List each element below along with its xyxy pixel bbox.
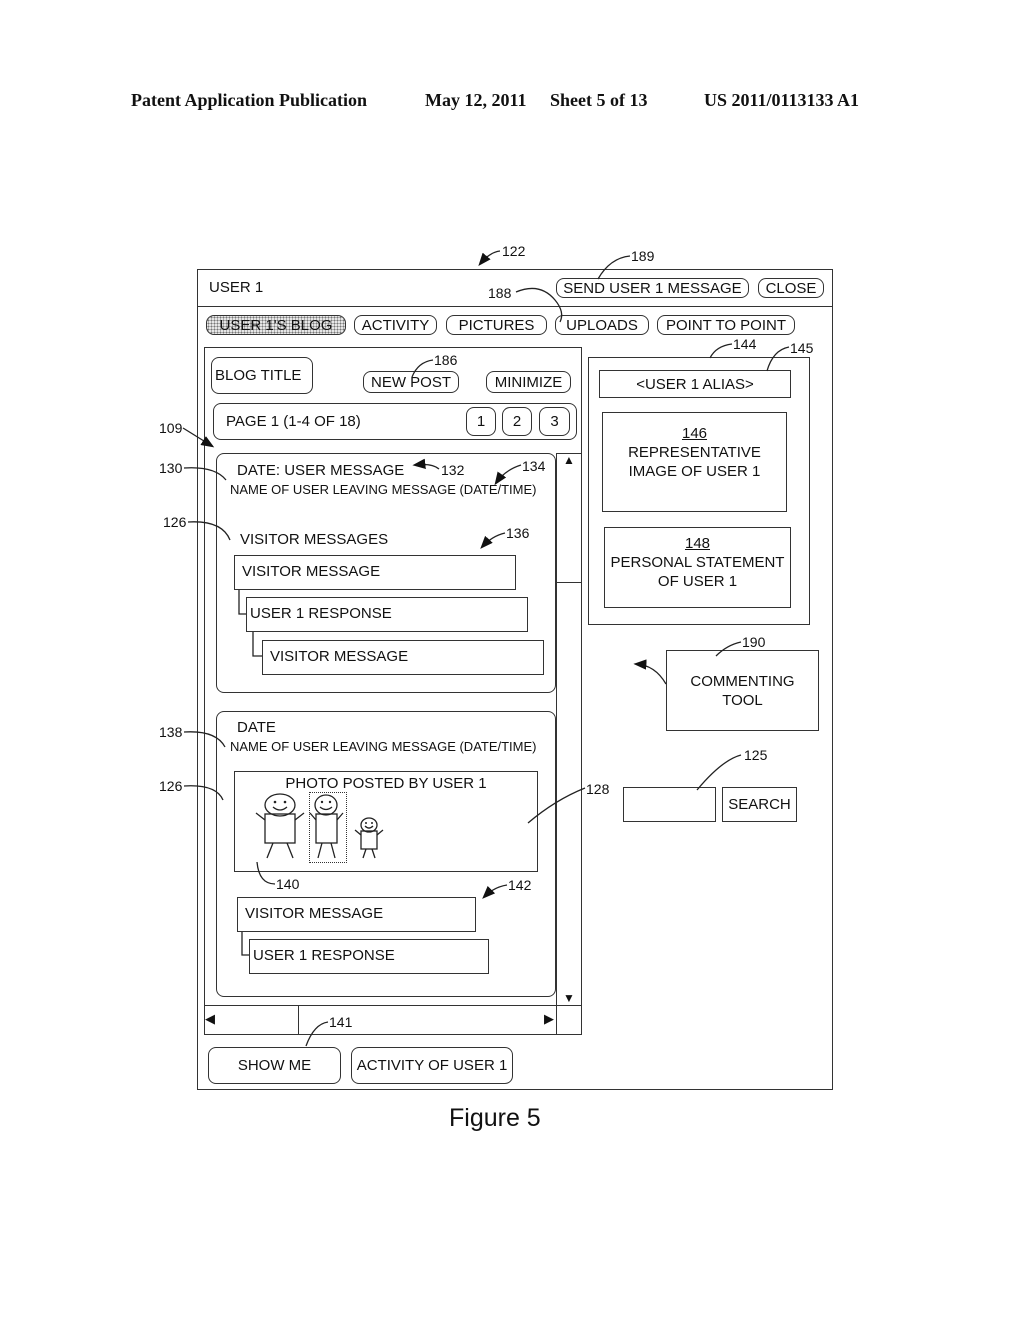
image-label-line1: REPRESENTATIVE	[628, 444, 761, 461]
ref-141: 141	[329, 1014, 353, 1030]
commenting-tool-line1: COMMENTING	[690, 673, 795, 690]
ref-145: 145	[790, 340, 814, 356]
ref-186: 186	[434, 352, 458, 368]
ref-190: 190	[742, 634, 766, 650]
minimize-button[interactable]: MINIMIZE	[486, 371, 571, 393]
ref-188: 188	[488, 285, 512, 301]
tab-point-to-point[interactable]: POINT TO POINT	[657, 315, 795, 335]
title-bar-divider	[197, 306, 833, 307]
posted-photo[interactable]: PHOTO POSTED BY USER 1	[234, 771, 538, 872]
ref-132: 132	[441, 462, 465, 478]
publication-date: May 12, 2011	[425, 90, 527, 110]
commenting-tool-line2: TOOL	[722, 692, 763, 709]
blog-title-button[interactable]: BLOG TITLE	[211, 357, 313, 394]
tagged-person-selection[interactable]	[309, 792, 347, 863]
show-me-button[interactable]: SHOW ME	[208, 1047, 341, 1084]
post-1-byline: NAME OF USER LEAVING MESSAGE (DATE/TIME)	[230, 482, 537, 497]
ref-126: 126	[159, 778, 183, 794]
visitor-message[interactable]: VISITOR MESSAGE	[237, 897, 476, 932]
user-alias: <USER 1 ALIAS>	[599, 370, 791, 398]
user-response[interactable]: USER 1 RESPONSE	[246, 597, 528, 632]
user-response[interactable]: USER 1 RESPONSE	[249, 939, 489, 974]
search-button[interactable]: SEARCH	[722, 787, 797, 822]
image-ref-number: 146	[681, 425, 708, 442]
scroll-down-arrow-icon[interactable]: ▼	[563, 991, 575, 1005]
post-2-byline: NAME OF USER LEAVING MESSAGE (DATE/TIME)	[230, 739, 537, 754]
tab-pictures[interactable]: PICTURES	[446, 315, 547, 335]
tab-user-blog[interactable]: USER 1'S BLOG	[206, 315, 346, 335]
tab-uploads[interactable]: UPLOADS	[555, 315, 649, 335]
statement-ref-number: 148	[684, 535, 711, 552]
ref-144: 144	[733, 336, 757, 352]
ref-122: 122	[502, 243, 526, 259]
publication-label: Patent Application Publication	[131, 90, 368, 110]
statement-label-line2: OF USER 1	[657, 573, 738, 590]
commenting-tool[interactable]: COMMENTING TOOL	[666, 650, 819, 731]
scroll-corner	[556, 1005, 557, 1035]
visitor-message[interactable]: VISITOR MESSAGE	[262, 640, 544, 675]
ref-140: 140	[276, 876, 300, 892]
horizontal-scroll-thumb-edge	[298, 1005, 299, 1035]
post-2-heading: DATE	[237, 719, 276, 736]
leader-122	[478, 250, 501, 266]
sheet-number: Sheet 5 of 13	[550, 90, 648, 110]
ref-138: 138	[159, 724, 183, 740]
patent-number: US 2011/0113133 A1	[704, 90, 860, 110]
ref-136: 136	[506, 525, 530, 541]
ref-125: 125	[744, 747, 768, 763]
ref-142: 142	[508, 877, 532, 893]
visitor-message[interactable]: VISITOR MESSAGE	[234, 555, 516, 590]
activity-of-user-button[interactable]: ACTIVITY OF USER 1	[351, 1047, 513, 1084]
post-1-heading: DATE: USER MESSAGE	[237, 462, 405, 479]
window-title: USER 1	[209, 279, 264, 296]
ref-134: 134	[522, 458, 546, 474]
ref-130: 130	[159, 460, 183, 476]
ref-126: 126	[163, 514, 187, 530]
ref-109: 109	[159, 420, 183, 436]
scroll-up-arrow-icon[interactable]: ▲	[563, 453, 575, 467]
tab-activity[interactable]: ACTIVITY	[354, 315, 437, 335]
representative-image[interactable]: 146 REPRESENTATIVE IMAGE OF USER 1	[602, 412, 787, 512]
visitor-messages-heading: VISITOR MESSAGES	[240, 531, 389, 548]
statement-label-line1: PERSONAL STATEMENT	[610, 554, 785, 571]
photo-caption: PHOTO POSTED BY USER 1	[285, 775, 487, 792]
ref-189: 189	[631, 248, 655, 264]
figure-caption: Figure 5	[449, 1104, 541, 1132]
vertical-scroll-thumb[interactable]	[556, 453, 582, 583]
personal-statement: 148 PERSONAL STATEMENT OF USER 1	[604, 527, 791, 608]
new-post-button[interactable]: NEW POST	[363, 371, 459, 393]
close-button[interactable]: CLOSE	[758, 278, 824, 298]
page-2-button[interactable]: 2	[502, 407, 532, 436]
scroll-left-arrow-icon[interactable]: ◀	[205, 1011, 215, 1027]
page-3-button[interactable]: 3	[539, 407, 570, 436]
page-1-button[interactable]: 1	[466, 407, 496, 436]
send-message-button[interactable]: SEND USER 1 MESSAGE	[556, 278, 749, 298]
search-input[interactable]	[623, 787, 716, 822]
image-label-line2: IMAGE OF USER 1	[628, 463, 761, 480]
page-status: PAGE 1 (1-4 OF 18)	[226, 413, 361, 430]
scroll-right-arrow-icon[interactable]: ▶	[544, 1011, 554, 1027]
ref-128: 128	[586, 781, 610, 797]
horizontal-scrollbar[interactable]	[204, 1005, 582, 1035]
